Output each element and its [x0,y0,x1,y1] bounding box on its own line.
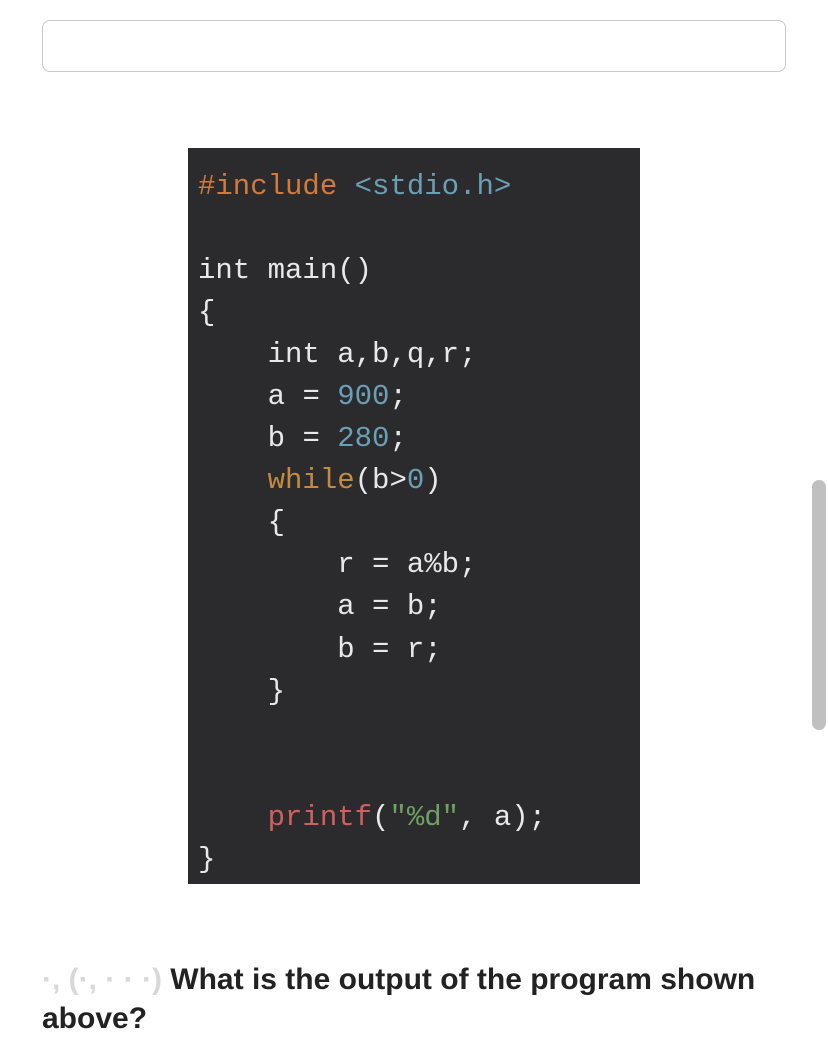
answer-input[interactable] [42,20,786,72]
code-image: #include <stdio.h> int main() { int a,b,… [188,148,640,884]
type-token: int [198,254,250,287]
question-prefix: ·, (·, · · ·) [42,963,162,996]
preproc-token: #include [198,170,337,203]
vertical-scrollbar[interactable] [812,480,826,730]
header-token: <stdio.h> [355,170,512,203]
question-text: ·, (·, · · ·) What is the output of the … [42,960,786,1038]
